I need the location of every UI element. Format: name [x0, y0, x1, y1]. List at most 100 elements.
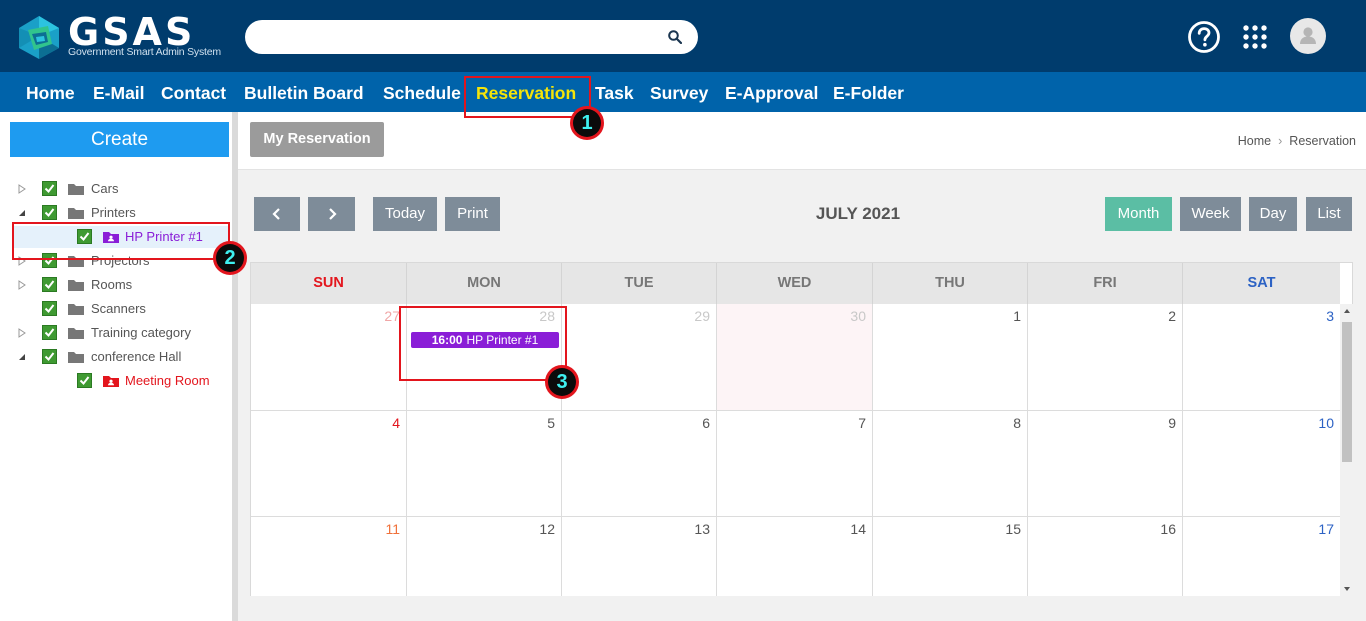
- print-button[interactable]: Print: [445, 197, 500, 231]
- search-icon[interactable]: [668, 30, 682, 44]
- gsas-logo-icon: [19, 16, 59, 59]
- folder-icon: [68, 280, 84, 291]
- nav-schedule[interactable]: Schedule: [383, 72, 461, 112]
- day-cell[interactable]: 6: [562, 411, 717, 517]
- callout-badge-3: 3: [545, 365, 579, 399]
- day-cell[interactable]: 29: [562, 304, 717, 411]
- day-number: 27: [384, 308, 400, 324]
- chevron-left-icon: [272, 208, 280, 220]
- expand-arrow-icon[interactable]: [17, 184, 27, 194]
- nav-e-folder[interactable]: E-Folder: [833, 72, 904, 112]
- expand-arrow-icon[interactable]: [17, 328, 27, 338]
- day-cell[interactable]: 5: [407, 411, 562, 517]
- prev-month-button[interactable]: [254, 197, 300, 231]
- chevron-right-icon: [328, 208, 337, 220]
- tree-item-conference-hall[interactable]: conference Hall: [0, 346, 232, 368]
- callout-highlight-reservation: [464, 76, 591, 118]
- tree-item-scanners[interactable]: Scanners: [0, 298, 232, 320]
- scrollbar-thumb[interactable]: [1342, 322, 1352, 462]
- nav-bulletin-board[interactable]: Bulletin Board: [244, 72, 364, 112]
- checkbox-checked-icon[interactable]: [42, 349, 57, 364]
- tree-label: Cars: [91, 181, 119, 196]
- tree-item-cars[interactable]: Cars: [0, 178, 232, 200]
- day-number: 7: [858, 415, 866, 431]
- tree-label: Printers: [91, 205, 136, 220]
- day-cell-today[interactable]: 30: [717, 304, 873, 411]
- chevron-right-icon: ›: [1278, 134, 1283, 148]
- view-week-button[interactable]: Week: [1180, 197, 1241, 231]
- tree-label: Scanners: [91, 301, 146, 316]
- nav-email[interactable]: E-Mail: [93, 72, 145, 112]
- logo-subtitle: Government Smart Admin System: [68, 46, 221, 58]
- dow-sat: SAT: [1247, 275, 1276, 291]
- day-number: 11: [385, 521, 400, 537]
- tree-item-rooms[interactable]: Rooms: [0, 274, 232, 296]
- main-header: My Reservation Home › Reservation: [238, 112, 1366, 170]
- day-cell[interactable]: 3: [1183, 304, 1340, 411]
- day-cell[interactable]: 11: [251, 517, 407, 596]
- global-search-input[interactable]: [245, 20, 698, 54]
- create-button[interactable]: Create: [10, 122, 229, 157]
- day-number: 10: [1318, 415, 1334, 431]
- day-cell[interactable]: 17: [1183, 517, 1340, 596]
- view-day-button[interactable]: Day: [1249, 197, 1297, 231]
- day-cell[interactable]: 14: [717, 517, 873, 596]
- resource-sidebar: Create Cars Printers HP Printer #1 Proje…: [0, 112, 232, 621]
- user-avatar-icon[interactable]: [1290, 18, 1326, 54]
- day-number: 9: [1168, 415, 1176, 431]
- tree-item-printers[interactable]: Printers: [0, 202, 232, 224]
- nav-e-approval[interactable]: E-Approval: [725, 72, 818, 112]
- day-number: 2: [1168, 308, 1176, 324]
- view-list-button[interactable]: List: [1306, 197, 1352, 231]
- my-reservation-button[interactable]: My Reservation: [250, 122, 384, 157]
- checkbox-checked-icon[interactable]: [42, 277, 57, 292]
- dow-wed: WED: [717, 263, 873, 304]
- breadcrumb-home[interactable]: Home: [1238, 134, 1271, 148]
- day-cell[interactable]: 1: [873, 304, 1028, 411]
- day-number: 6: [702, 415, 710, 431]
- nav-home[interactable]: Home: [26, 72, 75, 112]
- scroll-down-icon[interactable]: [1343, 586, 1351, 592]
- checkbox-checked-icon[interactable]: [77, 373, 92, 388]
- dow-mon: MON: [407, 263, 562, 304]
- nav-task[interactable]: Task: [595, 72, 634, 112]
- day-cell[interactable]: 12: [407, 517, 562, 596]
- tree-item-meeting-room[interactable]: Meeting Room: [0, 370, 232, 392]
- view-month-button[interactable]: Month: [1105, 197, 1172, 231]
- tree-item-training-category[interactable]: Training category: [0, 322, 232, 344]
- day-cell[interactable]: 13: [562, 517, 717, 596]
- help-icon[interactable]: [1187, 20, 1221, 54]
- gsas-logo[interactable]: GSAS Government Smart Admin System: [16, 12, 226, 62]
- day-cell[interactable]: 4: [251, 411, 407, 517]
- collapse-arrow-icon[interactable]: [17, 208, 27, 218]
- calendar-header: SUN MON TUE WED THU FRI SAT: [251, 263, 1340, 304]
- expand-arrow-icon[interactable]: [17, 280, 27, 290]
- today-button[interactable]: Today: [373, 197, 437, 231]
- day-cell[interactable]: 16: [1028, 517, 1183, 596]
- scroll-up-icon[interactable]: [1343, 308, 1351, 314]
- day-number: 13: [694, 521, 710, 537]
- day-number: 12: [539, 521, 555, 537]
- checkbox-checked-icon[interactable]: [42, 301, 57, 316]
- day-number: 8: [1013, 415, 1021, 431]
- nav-contact[interactable]: Contact: [161, 72, 226, 112]
- day-cell[interactable]: 27: [251, 304, 407, 411]
- day-cell[interactable]: 2: [1028, 304, 1183, 411]
- calendar-scrollbar[interactable]: [1340, 304, 1354, 596]
- day-cell[interactable]: 15: [873, 517, 1028, 596]
- day-cell[interactable]: 8: [873, 411, 1028, 517]
- dow-tue: TUE: [562, 263, 717, 304]
- collapse-arrow-icon[interactable]: [17, 352, 27, 362]
- day-cell[interactable]: 10: [1183, 411, 1340, 517]
- top-bar: GSAS Government Smart Admin System: [0, 0, 1366, 72]
- nav-survey[interactable]: Survey: [650, 72, 708, 112]
- checkbox-checked-icon[interactable]: [42, 325, 57, 340]
- checkbox-checked-icon[interactable]: [42, 181, 57, 196]
- next-month-button[interactable]: [308, 197, 355, 231]
- apps-grid-icon[interactable]: [1239, 20, 1273, 54]
- day-cell[interactable]: 7: [717, 411, 873, 517]
- month-title: JULY 2021: [815, 204, 901, 223]
- day-cell[interactable]: 9: [1028, 411, 1183, 517]
- folder-icon: [68, 184, 84, 195]
- checkbox-checked-icon[interactable]: [42, 205, 57, 220]
